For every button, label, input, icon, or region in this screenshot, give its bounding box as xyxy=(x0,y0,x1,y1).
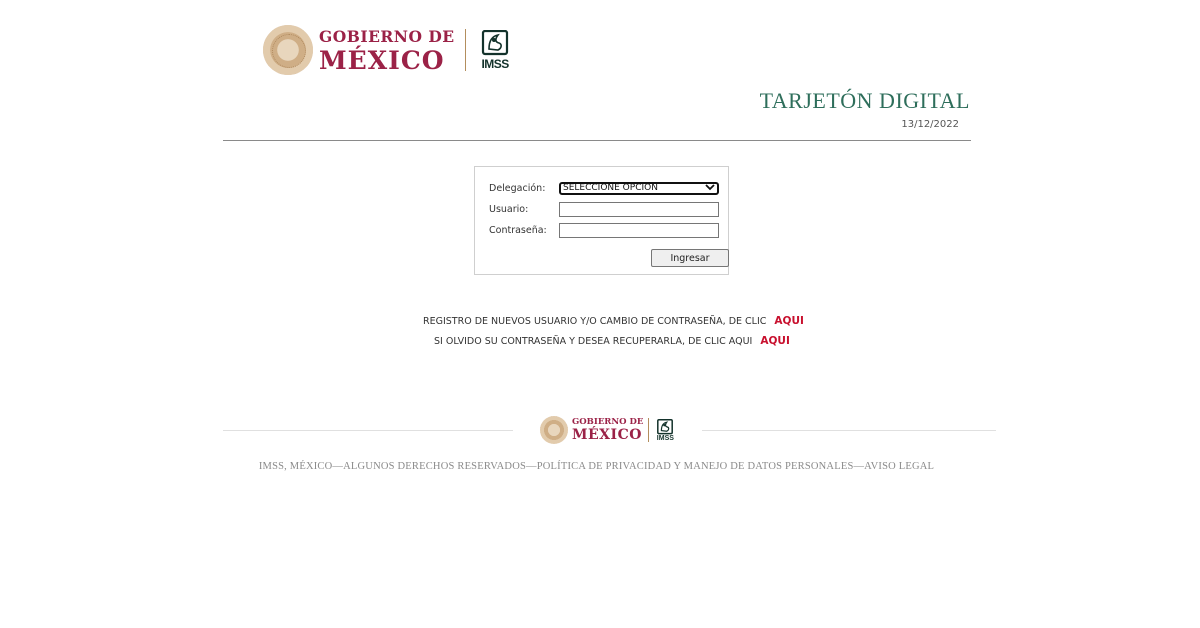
header-logos: GOBIERNO DE MÉXICO IMSS xyxy=(263,24,510,76)
imss-logo: IMSS xyxy=(480,29,510,71)
delegacion-selected-value: SELECCIONE OPCION xyxy=(563,183,658,193)
imss-label: IMSS xyxy=(481,56,509,71)
register-link-line: REGISTRO DE NUEVOS USUARIO Y/O CAMBIO DE… xyxy=(423,315,804,327)
usuario-label: Usuario: xyxy=(489,204,529,215)
login-form: Delegación: SELECCIONE OPCION Usuario: C… xyxy=(474,166,729,275)
delegacion-select[interactable]: SELECCIONE OPCION xyxy=(559,182,719,195)
footer-line-right xyxy=(702,430,996,431)
page-title: TARJETÓN DIGITAL xyxy=(759,88,970,113)
gobierno-line2: MÉXICO xyxy=(319,45,445,75)
footer-gobierno-line1: GOBIERNO DE xyxy=(572,417,644,428)
gobierno-line1: GOBIERNO DE xyxy=(319,27,455,47)
recover-aqui-link[interactable]: AQUI xyxy=(760,335,790,347)
password-label: Contraseña: xyxy=(489,225,547,236)
footer-gobierno-line2: MÉXICO xyxy=(572,426,642,443)
chevron-down-icon xyxy=(705,183,715,194)
footer-line-left xyxy=(223,430,513,431)
ingresar-button[interactable]: Ingresar xyxy=(651,249,729,267)
register-text: REGISTRO DE NUEVOS USUARIO Y/O CAMBIO DE… xyxy=(423,316,767,327)
logo-divider xyxy=(464,29,467,71)
password-input[interactable] xyxy=(559,223,719,238)
footer-legal-text: IMSS, MÉXICO—ALGUNOS DERECHOS RESERVADOS… xyxy=(258,461,935,472)
footer-gobierno-logo-text: GOBIERNO DE MÉXICO xyxy=(572,418,643,442)
delegacion-label: Delegación: xyxy=(489,183,546,194)
gobierno-logo-text: GOBIERNO DE MÉXICO xyxy=(319,27,455,73)
imss-emblem-icon xyxy=(482,29,509,55)
imss-emblem-icon xyxy=(657,418,674,434)
footer-imss-label: IMSS xyxy=(656,434,674,442)
mexico-seal-icon xyxy=(263,25,313,75)
recover-text: SI OLVIDO SU CONTRASEÑA Y DESEA RECUPERA… xyxy=(434,336,753,347)
mexico-seal-icon xyxy=(540,416,568,444)
footer-imss-logo: IMSS xyxy=(656,418,674,442)
footer-logo-divider xyxy=(648,418,650,442)
footer-logos: GOBIERNO DE MÉXICO IMSS xyxy=(540,415,674,445)
header-divider xyxy=(223,140,971,141)
register-aqui-link[interactable]: AQUI xyxy=(774,315,804,327)
recover-link-line: SI OLVIDO SU CONTRASEÑA Y DESEA RECUPERA… xyxy=(434,335,790,347)
page-date: 13/12/2022 xyxy=(901,119,959,130)
usuario-input[interactable] xyxy=(559,202,719,217)
